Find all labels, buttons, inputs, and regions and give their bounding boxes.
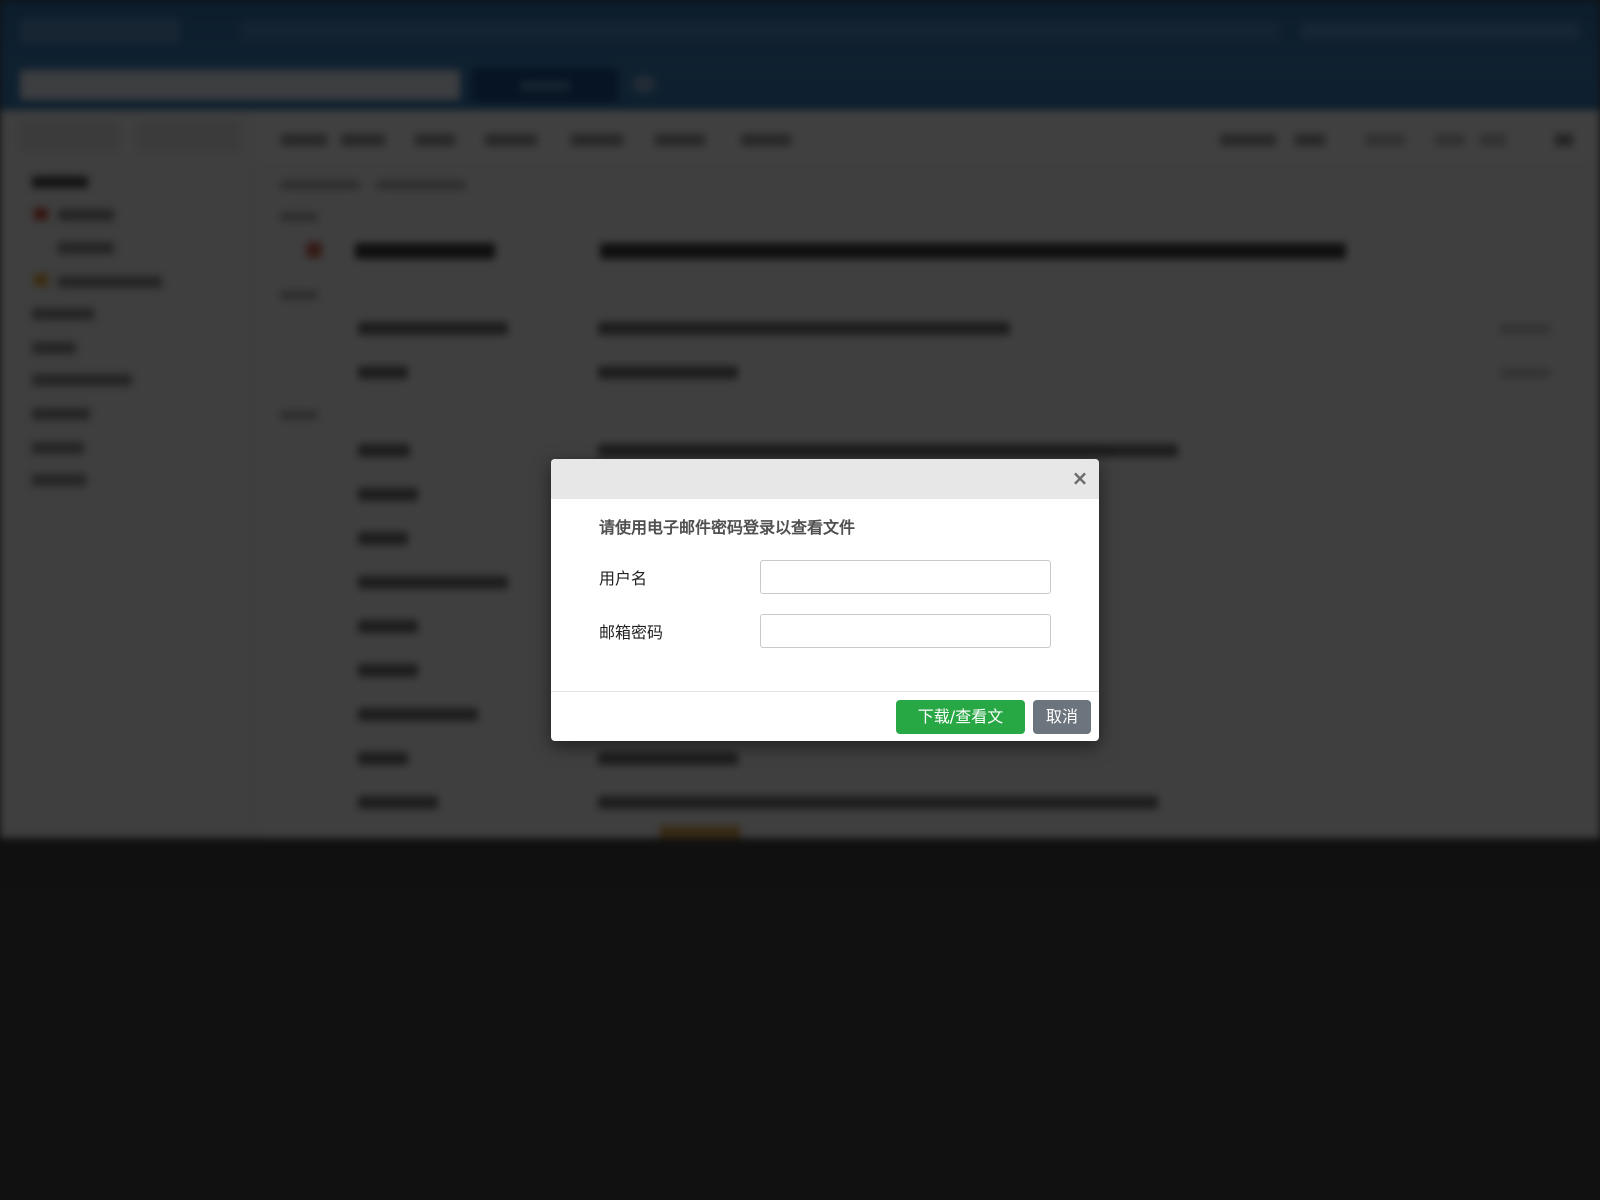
username-row: 用户名 — [599, 559, 1051, 595]
dialog-body: 请使用电子邮件密码登录以查看文件 用户名 邮箱密码 — [551, 499, 1099, 671]
password-label: 邮箱密码 — [599, 623, 664, 642]
cancel-button[interactable]: 取消 — [1033, 700, 1091, 734]
password-row: 邮箱密码 — [599, 613, 1051, 649]
username-input[interactable] — [760, 560, 1051, 594]
email-password-input[interactable] — [760, 614, 1051, 648]
dialog-header: × — [551, 459, 1099, 499]
dialog-heading: 请使用电子邮件密码登录以查看文件 — [599, 518, 856, 537]
username-label: 用户名 — [599, 569, 648, 588]
download-view-file-button[interactable]: 下载/查看文件 — [896, 700, 1025, 734]
login-dialog: × 请使用电子邮件密码登录以查看文件 用户名 邮箱密码 下载/查看文件 取消 — [551, 459, 1099, 741]
dialog-footer: 下载/查看文件 取消 — [551, 691, 1099, 741]
close-icon[interactable]: × — [1069, 467, 1091, 489]
